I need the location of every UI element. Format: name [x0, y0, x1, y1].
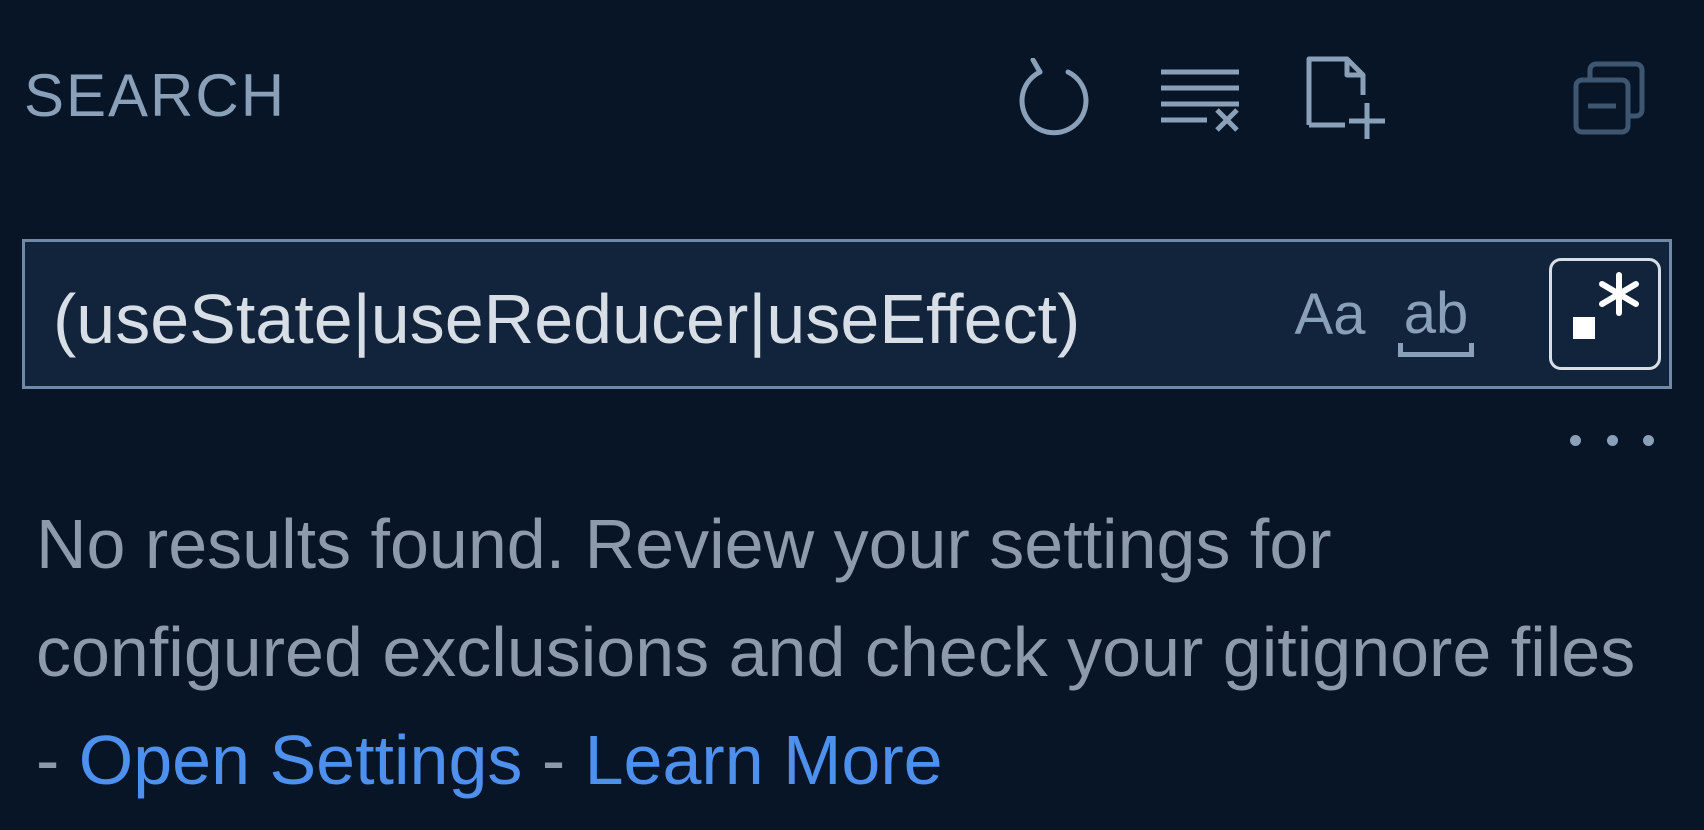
search-panel: SEARCH (useState|useReducer|useEffect) A… [0, 0, 1704, 830]
more-dot [1570, 434, 1581, 446]
collapse-all-icon [1570, 58, 1650, 138]
match-case-icon: Aa [1294, 281, 1366, 347]
whole-word-toggle[interactable]: ab [1380, 260, 1492, 368]
refresh-button[interactable] [1006, 50, 1102, 146]
more-dot [1643, 434, 1654, 446]
match-case-toggle[interactable]: Aa [1285, 260, 1375, 368]
regex-icon [1563, 265, 1647, 363]
clear-results-button[interactable] [1152, 50, 1248, 146]
more-dot [1606, 434, 1618, 446]
clear-results-icon [1155, 58, 1245, 138]
new-search-editor-icon [1301, 53, 1391, 143]
search-input[interactable]: (useState|useReducer|useEffect) Aa ab [22, 239, 1672, 389]
search-toolbar [0, 50, 1704, 150]
search-input-value: (useState|useReducer|useEffect) [53, 280, 1081, 358]
open-settings-link[interactable]: Open Settings [79, 721, 523, 799]
refresh-icon [1014, 58, 1094, 138]
no-results-message: No results found. Review your settings f… [36, 490, 1676, 814]
whole-word-underline [1397, 343, 1475, 357]
collapse-all-button[interactable] [1562, 50, 1658, 146]
link-separator: - [522, 721, 585, 799]
regex-toggle[interactable] [1549, 258, 1661, 370]
new-search-editor-button[interactable] [1298, 50, 1394, 146]
whole-word-icon: ab [1397, 285, 1475, 357]
learn-more-link[interactable]: Learn More [585, 721, 943, 799]
search-details-toggle[interactable] [1570, 420, 1654, 460]
whole-word-label: ab [1403, 281, 1469, 346]
